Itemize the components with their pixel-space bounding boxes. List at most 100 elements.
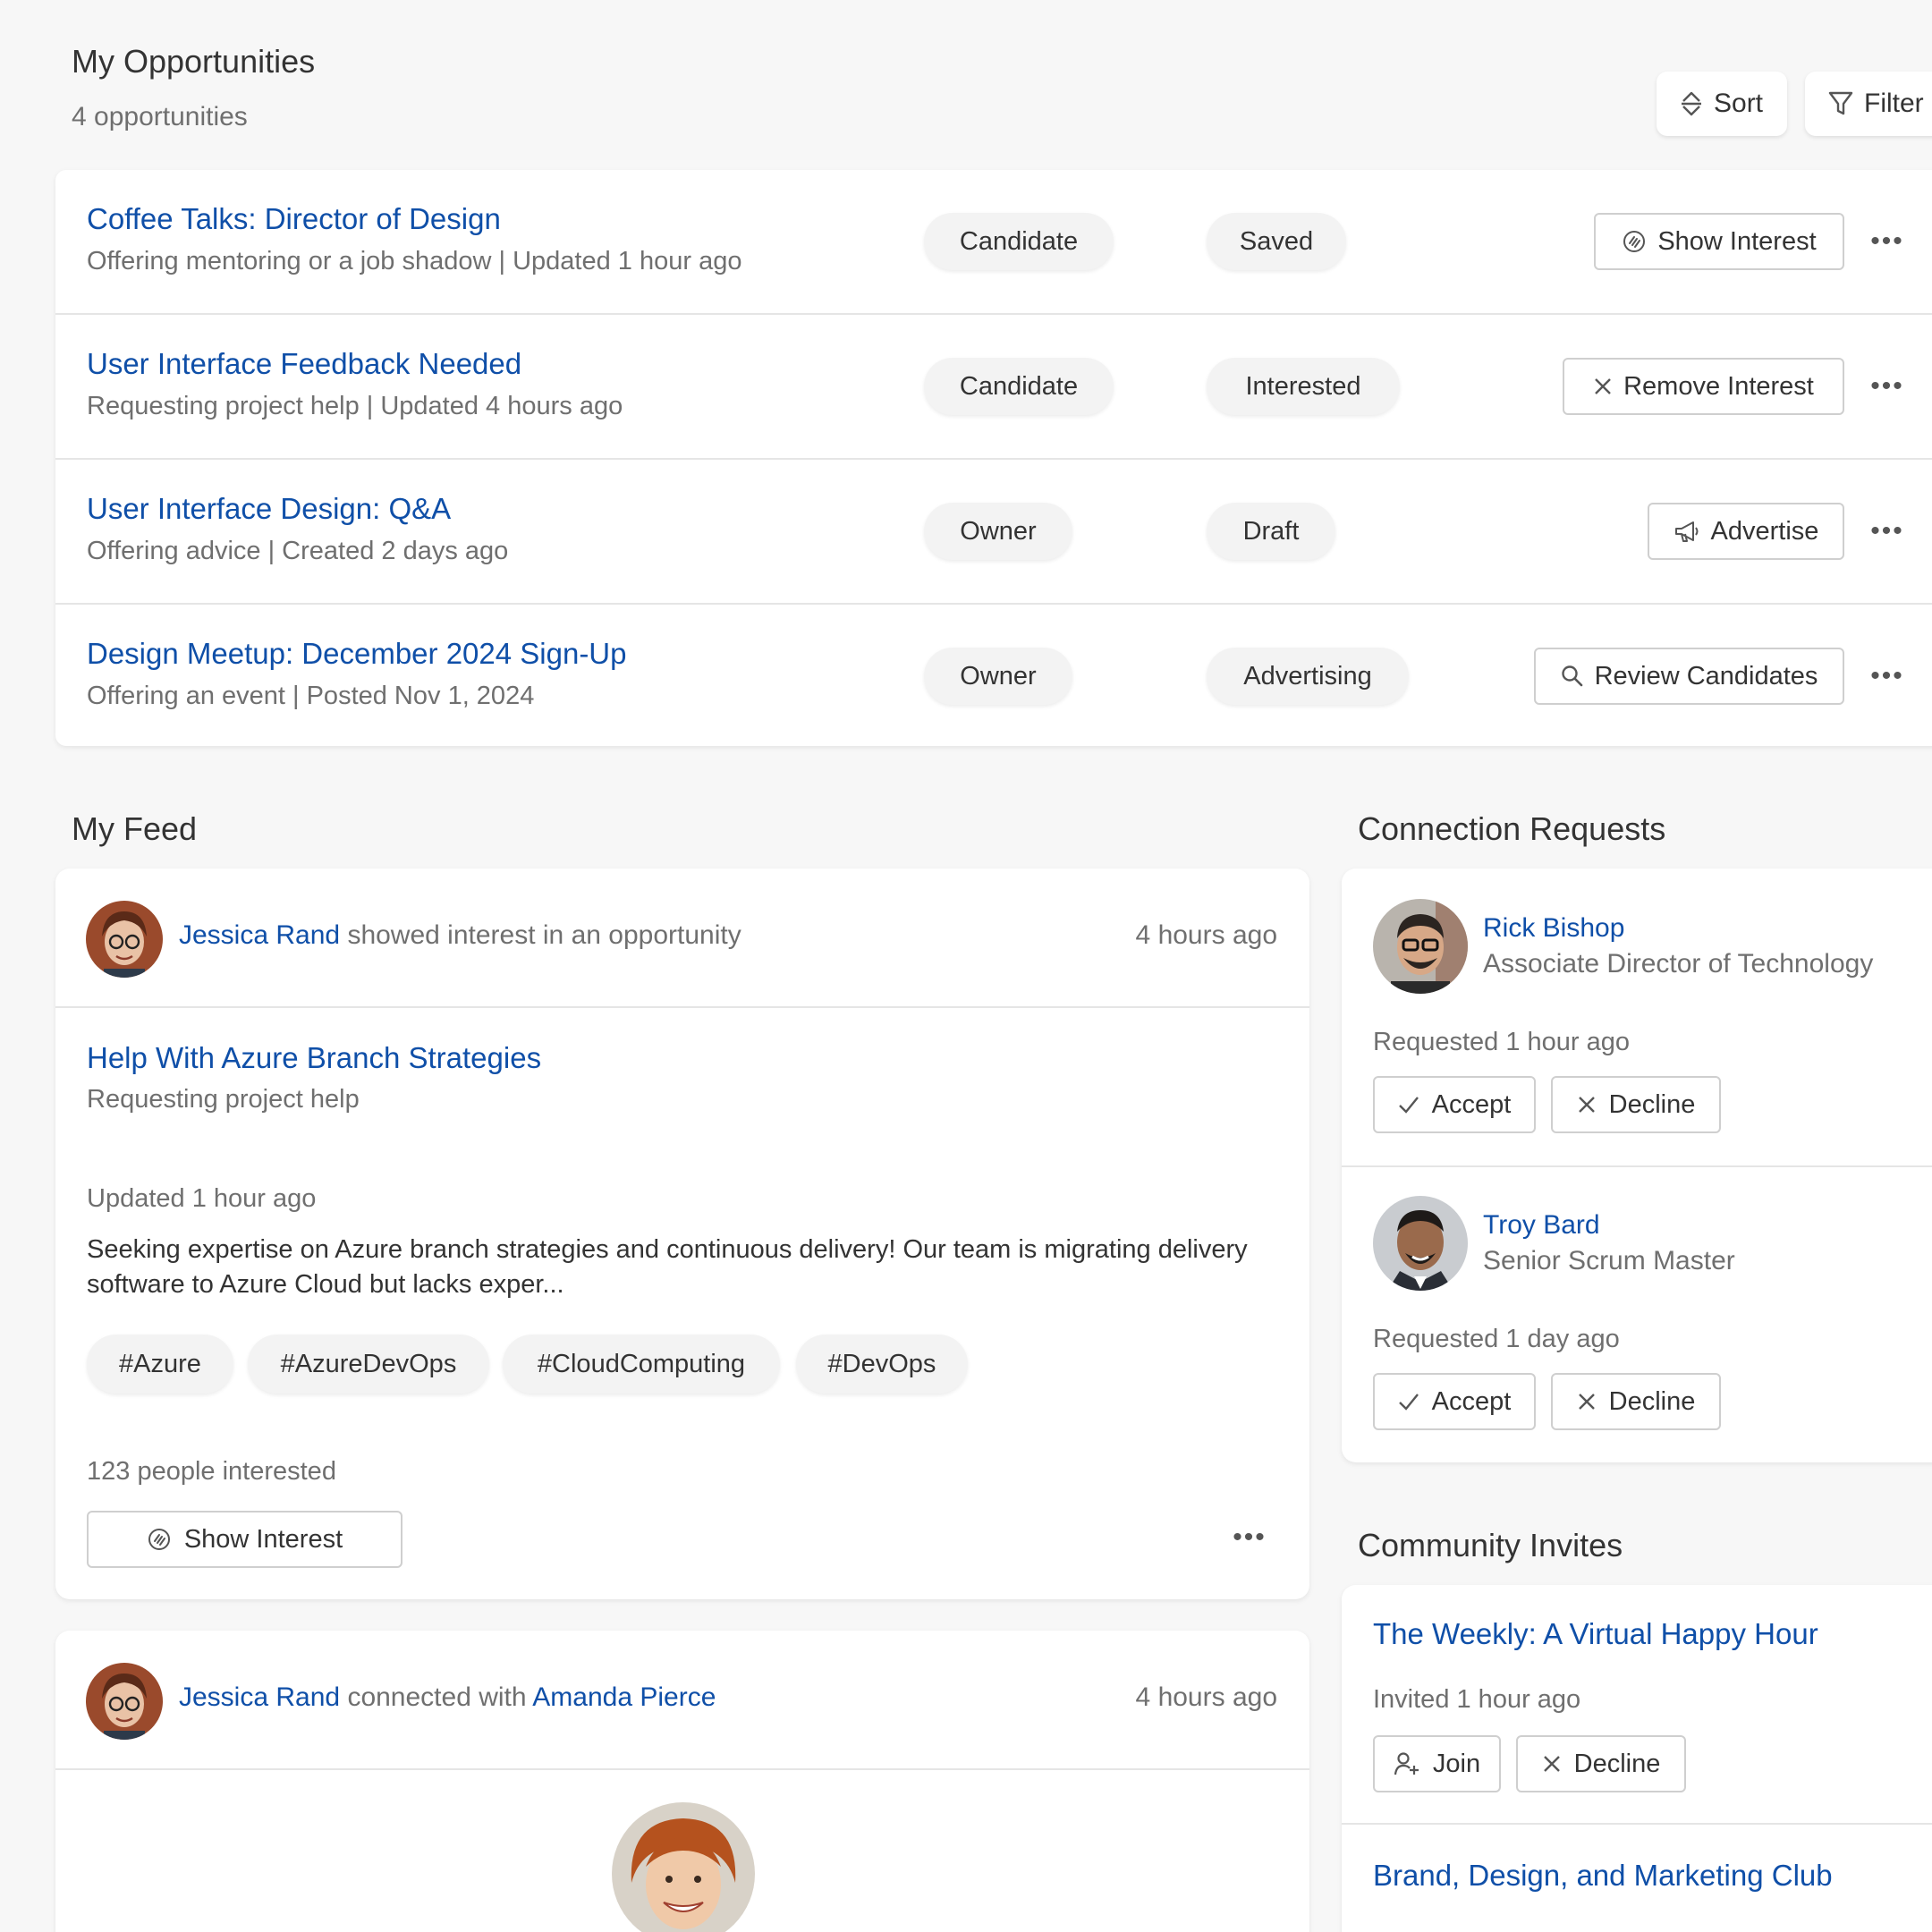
connection-request: Troy Bard Senior Scrum Master Requested … bbox=[1342, 1167, 1932, 1462]
close-icon bbox=[1577, 1095, 1597, 1114]
connection-avatar[interactable] bbox=[612, 1802, 755, 1932]
role-badge: Owner bbox=[924, 648, 1072, 705]
feed-item-header: Jessica Rand showed interest in an oppor… bbox=[55, 869, 1309, 1008]
feed-title: My Feed bbox=[72, 810, 198, 847]
post-body: Seeking expertise on Azure branch strate… bbox=[87, 1235, 1248, 1299]
advertise-button[interactable]: Advertise bbox=[1648, 503, 1844, 560]
status-badge: Saved bbox=[1207, 213, 1346, 270]
avatar[interactable] bbox=[86, 1663, 163, 1740]
post-title-link[interactable]: Help With Azure Branch Strategies bbox=[87, 1041, 541, 1075]
close-icon bbox=[1577, 1392, 1597, 1411]
interest-count: 123 people interested bbox=[87, 1457, 336, 1486]
decline-button[interactable]: Decline bbox=[1516, 1735, 1686, 1792]
sort-button[interactable]: Sort bbox=[1657, 72, 1787, 136]
review-candidates-button[interactable]: Review Candidates bbox=[1534, 648, 1844, 705]
avatar[interactable] bbox=[1373, 1196, 1468, 1291]
decline-label: Decline bbox=[1573, 1749, 1661, 1778]
opportunity-title-link[interactable]: User Interface Design: Q&A bbox=[87, 492, 451, 526]
feed-item-header: Jessica Rand connected with Amanda Pierc… bbox=[55, 1631, 1309, 1770]
post-type: Requesting project help bbox=[87, 1085, 360, 1114]
community-name-link[interactable]: The Weekly: A Virtual Happy Hour bbox=[1373, 1617, 1818, 1651]
feed-timestamp: 4 hours ago bbox=[1135, 920, 1277, 950]
feed-timestamp: 4 hours ago bbox=[1135, 1682, 1277, 1712]
more-options-icon[interactable]: ••• bbox=[1869, 370, 1905, 402]
join-label: Join bbox=[1432, 1749, 1481, 1778]
opportunity-subtitle: Requesting project help | Updated 4 hour… bbox=[87, 392, 623, 420]
connection-requests-list: Rick Bishop Associate Director of Techno… bbox=[1342, 869, 1932, 1462]
decline-button[interactable]: Decline bbox=[1551, 1076, 1721, 1133]
hashtag[interactable]: #Azure bbox=[87, 1335, 233, 1394]
decline-button[interactable]: Decline bbox=[1551, 1373, 1721, 1430]
community-invite: The Weekly: A Virtual Happy Hour Invited… bbox=[1342, 1585, 1932, 1825]
role-badge: Candidate bbox=[924, 213, 1114, 270]
avatar[interactable] bbox=[86, 901, 163, 978]
status-badge: Draft bbox=[1207, 503, 1335, 560]
requester-name-link[interactable]: Troy Bard bbox=[1483, 1210, 1600, 1241]
hashtag[interactable]: #AzureDevOps bbox=[248, 1335, 489, 1394]
opportunity-row: Coffee Talks: Director of Design Offerin… bbox=[55, 170, 1932, 315]
target-link[interactable]: Amanda Pierce bbox=[532, 1682, 716, 1712]
requester-name-link[interactable]: Rick Bishop bbox=[1483, 913, 1624, 944]
status-badge: Advertising bbox=[1207, 648, 1409, 705]
show-interest-button[interactable]: Show Interest bbox=[87, 1511, 402, 1568]
activity-text: showed interest in an opportunity bbox=[347, 920, 741, 950]
opportunities-header: My Opportunities 4 opportunities bbox=[72, 43, 315, 132]
status-badge: Interested bbox=[1207, 358, 1400, 415]
accept-button[interactable]: Accept bbox=[1373, 1373, 1536, 1430]
check-icon bbox=[1398, 1095, 1419, 1114]
more-options-icon[interactable]: ••• bbox=[1869, 660, 1905, 692]
show-interest-label: Show Interest bbox=[183, 1524, 343, 1554]
check-icon bbox=[1398, 1392, 1419, 1411]
add-person-icon bbox=[1394, 1751, 1420, 1776]
more-options-icon[interactable]: ••• bbox=[1869, 515, 1905, 547]
opportunity-title-link[interactable]: Coffee Talks: Director of Design bbox=[87, 202, 501, 236]
opportunity-title-link[interactable]: User Interface Feedback Needed bbox=[87, 347, 521, 381]
post-updated: Updated 1 hour ago bbox=[87, 1184, 317, 1213]
opportunity-title-link[interactable]: Design Meetup: December 2024 Sign-Up bbox=[87, 637, 627, 671]
remove-interest-label: Remove Interest bbox=[1623, 371, 1814, 401]
more-options-icon[interactable]: ••• bbox=[1232, 1521, 1267, 1554]
feed-activity: Jessica Rand showed interest in an oppor… bbox=[179, 920, 741, 951]
close-icon bbox=[1542, 1754, 1562, 1774]
sort-label: Sort bbox=[1714, 89, 1764, 118]
requester-title: Senior Scrum Master bbox=[1483, 1246, 1735, 1275]
opportunities-title: My Opportunities bbox=[72, 43, 316, 80]
accept-button[interactable]: Accept bbox=[1373, 1076, 1536, 1133]
more-options-icon[interactable]: ••• bbox=[1869, 225, 1905, 258]
role-badge: Candidate bbox=[924, 358, 1114, 415]
opportunity-row: Design Meetup: December 2024 Sign-Up Off… bbox=[55, 605, 1932, 746]
opportunities-list: Coffee Talks: Director of Design Offerin… bbox=[55, 170, 1932, 746]
remove-interest-button[interactable]: Remove Interest bbox=[1563, 358, 1844, 415]
advertise-label: Advertise bbox=[1710, 516, 1819, 546]
actor-link[interactable]: Jessica Rand bbox=[179, 1682, 340, 1712]
close-icon bbox=[1593, 377, 1613, 396]
join-button[interactable]: Join bbox=[1373, 1735, 1501, 1792]
community-invites-list: The Weekly: A Virtual Happy Hour Invited… bbox=[1342, 1585, 1932, 1932]
community-invite: Brand, Design, and Marketing Club bbox=[1342, 1825, 1932, 1932]
accept-label: Accept bbox=[1431, 1089, 1512, 1119]
show-interest-label: Show Interest bbox=[1657, 226, 1817, 256]
decline-label: Decline bbox=[1608, 1386, 1696, 1416]
opportunities-count: 4 opportunities bbox=[72, 102, 248, 131]
community-invites-title: Community Invites bbox=[1358, 1527, 1623, 1563]
hashtag[interactable]: #CloudComputing bbox=[503, 1335, 780, 1394]
requester-title: Associate Director of Technology bbox=[1483, 949, 1874, 979]
avatar[interactable] bbox=[1373, 899, 1468, 994]
activity-text: connected with bbox=[347, 1682, 527, 1712]
hashtag[interactable]: #DevOps bbox=[796, 1335, 968, 1394]
request-timestamp: Requested 1 day ago bbox=[1373, 1325, 1620, 1353]
opportunity-row: User Interface Design: Q&A Offering advi… bbox=[55, 460, 1932, 605]
opportunity-subtitle: Offering an event | Posted Nov 1, 2024 bbox=[87, 682, 535, 710]
filter-label: Filter bbox=[1864, 89, 1924, 118]
community-name-link[interactable]: Brand, Design, and Marketing Club bbox=[1373, 1859, 1833, 1893]
role-badge: Owner bbox=[924, 503, 1072, 560]
filter-button[interactable]: Filter bbox=[1805, 72, 1932, 136]
request-timestamp: Requested 1 hour ago bbox=[1373, 1028, 1630, 1056]
show-interest-button[interactable]: Show Interest bbox=[1594, 213, 1844, 270]
connection-requests-title: Connection Requests bbox=[1358, 810, 1666, 847]
feed-item: Jessica Rand showed interest in an oppor… bbox=[55, 869, 1309, 1599]
actor-link[interactable]: Jessica Rand bbox=[179, 920, 340, 950]
filter-icon bbox=[1828, 90, 1853, 117]
feed-activity: Jessica Rand connected with Amanda Pierc… bbox=[179, 1682, 716, 1713]
sort-icon bbox=[1680, 90, 1703, 117]
